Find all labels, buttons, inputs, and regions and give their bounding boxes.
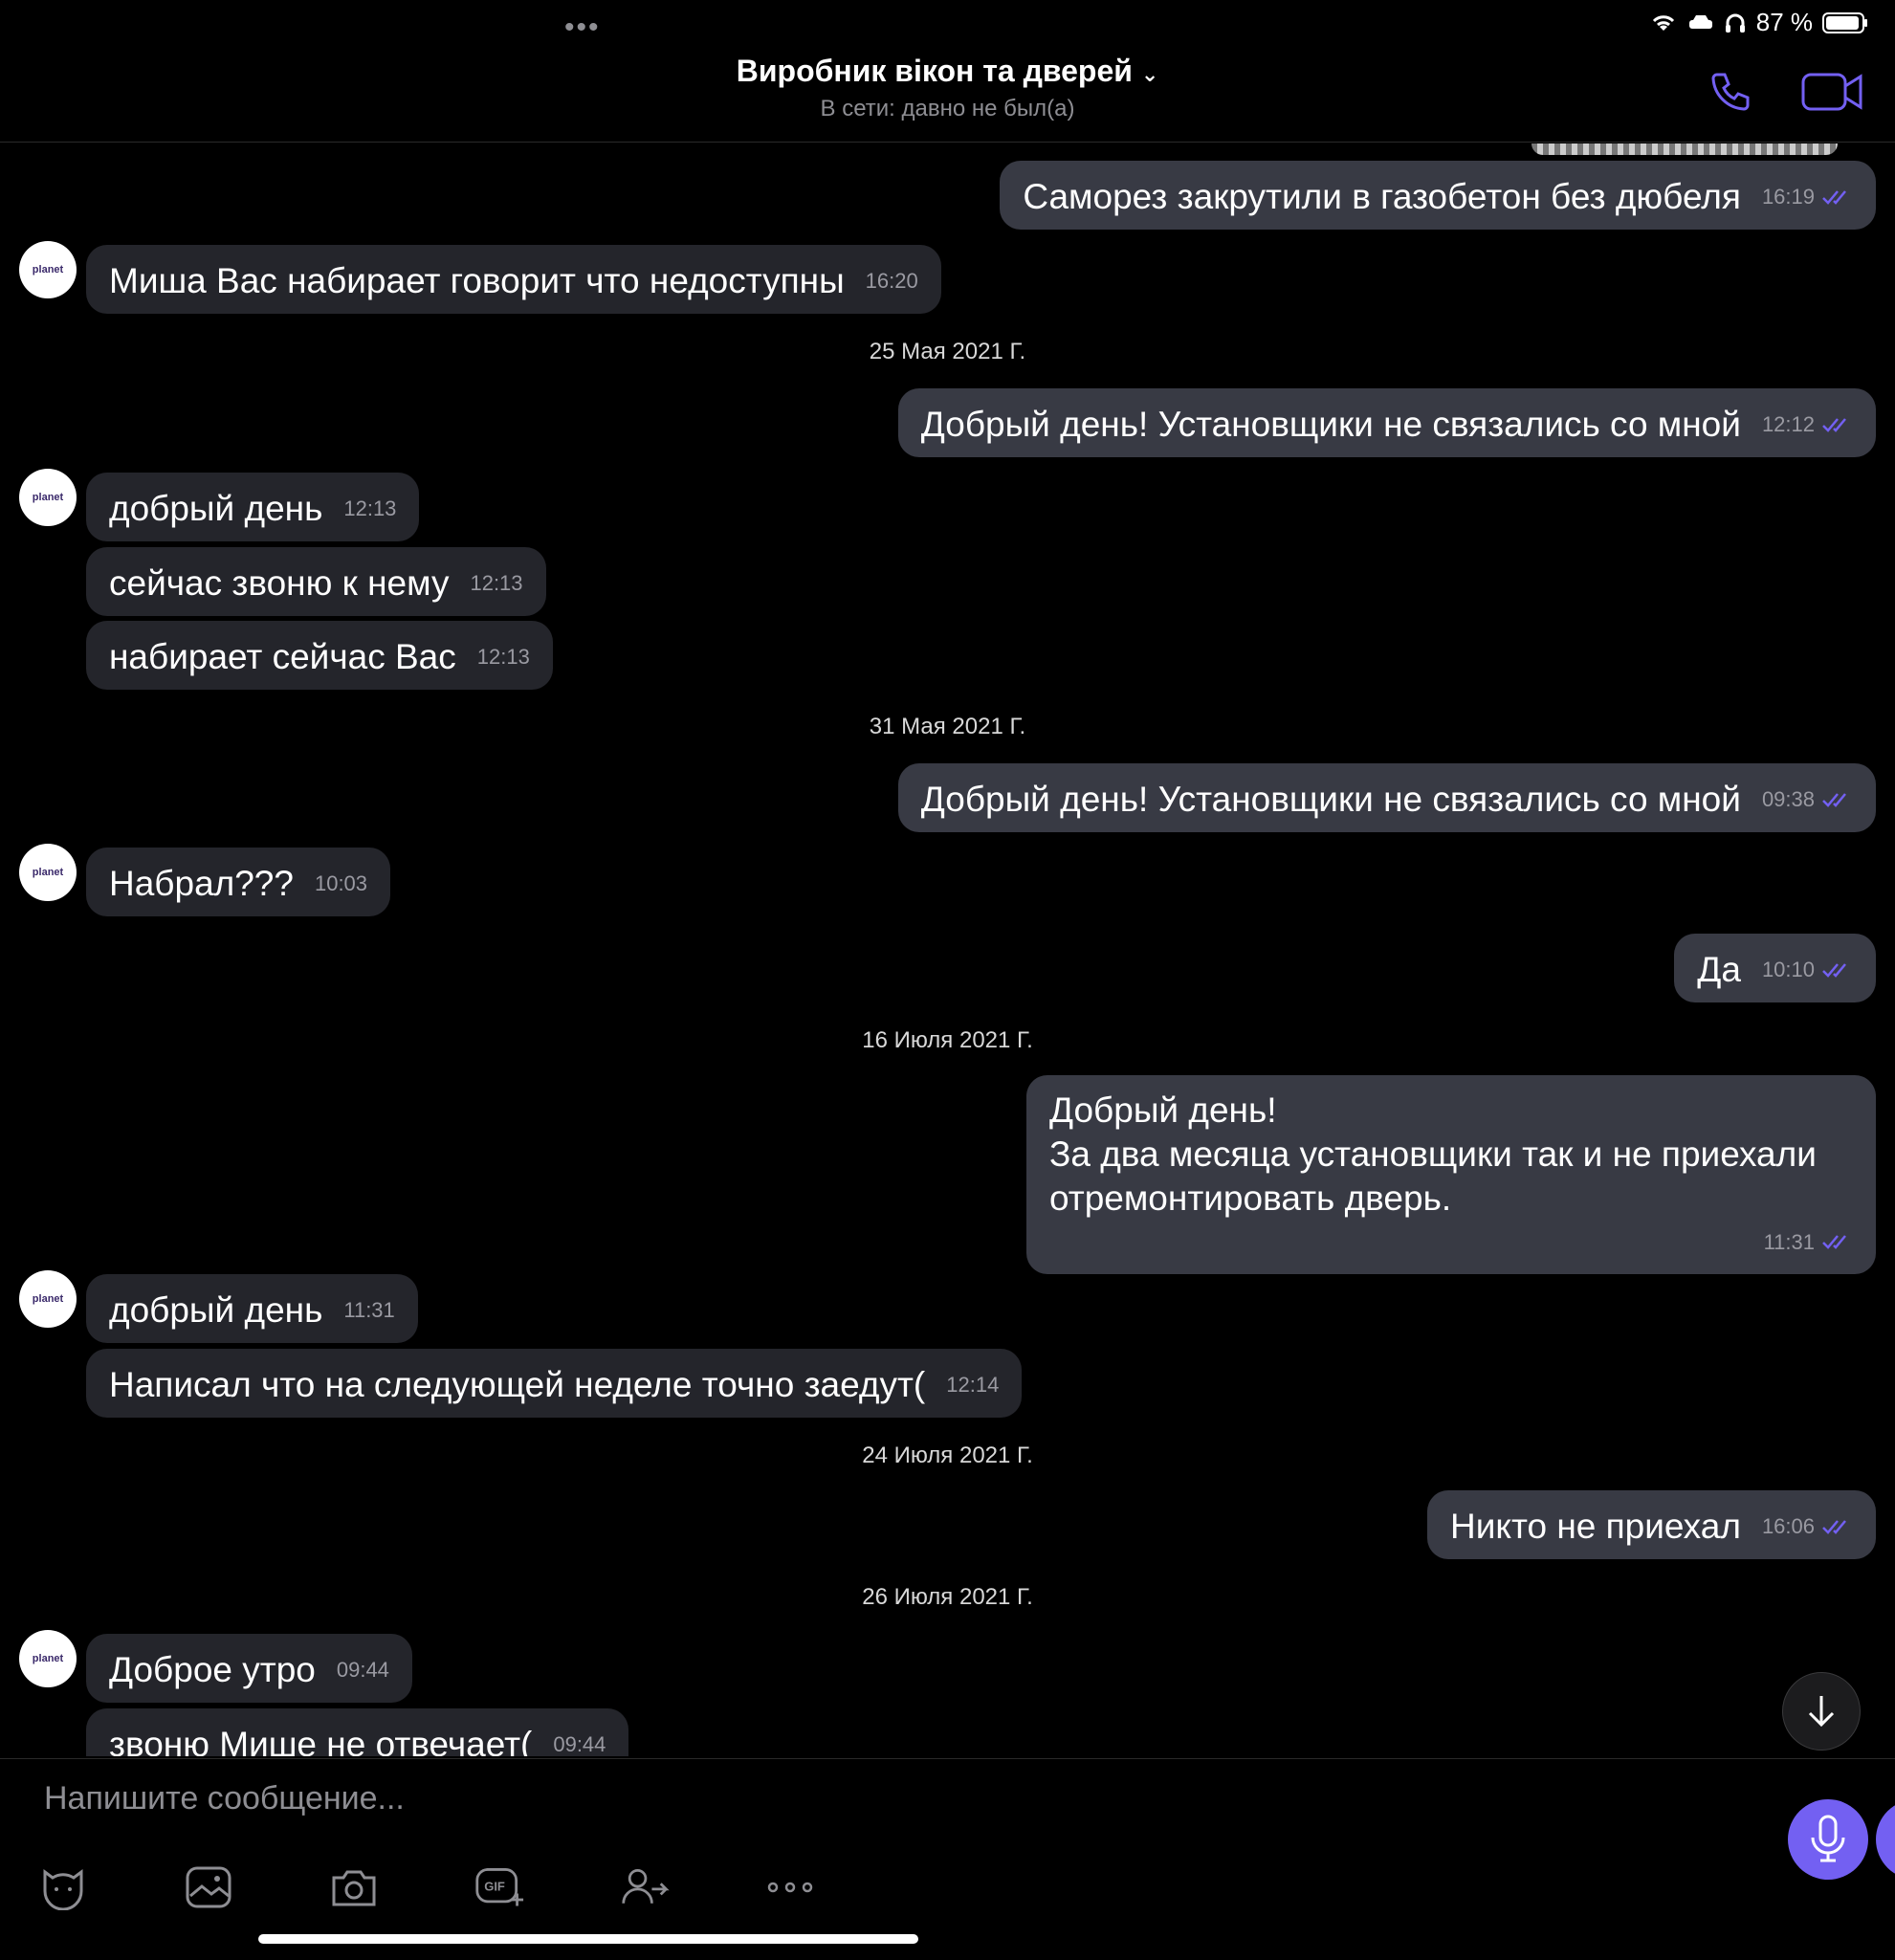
- headphones-icon: [1725, 13, 1745, 33]
- avatar-logo: planet: [32, 1293, 64, 1305]
- avatar-logo: planet: [32, 1653, 64, 1664]
- gif-icon: GIF: [475, 1868, 524, 1906]
- double-check-icon: [1822, 793, 1846, 808]
- message-outgoing[interactable]: Никто не приехал 16:06: [1426, 1490, 1876, 1559]
- composer: Напишите сообщение... GIF: [0, 1758, 1895, 1960]
- gif-button[interactable]: GIF: [474, 1862, 524, 1912]
- chat-title[interactable]: Виробник вікон та дверей ⌄: [0, 54, 1895, 89]
- message-incoming[interactable]: Написал что на следующей неделе точно за…: [86, 1349, 1023, 1418]
- avatar-logo: planet: [32, 492, 64, 503]
- composer-toolbar: GIF: [38, 1862, 815, 1912]
- chevron-down-icon: ⌄: [1140, 62, 1159, 86]
- arrow-down-icon: [1808, 1696, 1835, 1728]
- double-check-icon: [1822, 1520, 1846, 1535]
- car-icon: [1688, 14, 1712, 29]
- photo-attachment-stub[interactable]: [1531, 143, 1838, 155]
- status-indicators: 87 %: [1649, 8, 1868, 37]
- gallery-icon: [186, 1866, 231, 1908]
- message-incoming[interactable]: добрый день 11:31: [86, 1274, 418, 1343]
- avatar[interactable]: planet: [19, 844, 77, 901]
- camera-icon: [332, 1870, 376, 1906]
- message-incoming[interactable]: Миша Вас набирает говорит что недоступны…: [86, 245, 941, 314]
- message-outgoing[interactable]: Добрый день! Установщики не связались со…: [897, 388, 1876, 457]
- chat-header: Виробник вікон та дверей ⌄ В сети: давно…: [0, 46, 1895, 143]
- avatar-logo: planet: [32, 867, 64, 878]
- gif-label: GIF: [484, 1880, 505, 1894]
- more-icon: [767, 1882, 813, 1893]
- date-separator: 24 Июля 2021 Г.: [862, 1442, 1033, 1468]
- more-button[interactable]: [765, 1862, 815, 1912]
- message-incoming[interactable]: Доброе утро 09:44: [86, 1634, 412, 1703]
- chat-status: В сети: давно не был(а): [820, 96, 1075, 121]
- double-check-icon: [1822, 963, 1846, 979]
- multitasking-dots[interactable]: •••: [564, 11, 601, 44]
- avatar[interactable]: planet: [19, 469, 77, 526]
- date-separator: 26 Июля 2021 Г.: [862, 1584, 1033, 1610]
- sticker-button[interactable]: [38, 1862, 88, 1912]
- date-separator: 16 Июля 2021 Г.: [862, 1027, 1033, 1053]
- message-outgoing[interactable]: Добрый день! Установщики не связались со…: [897, 763, 1876, 832]
- battery-icon: [1822, 11, 1867, 33]
- header-actions: [1708, 69, 1864, 115]
- message-outgoing[interactable]: Саморез закрутили в газобетон без дюбеля…: [1000, 161, 1876, 230]
- wifi-icon: [1652, 14, 1674, 31]
- voice-message-button[interactable]: [1788, 1799, 1868, 1880]
- message-incoming[interactable]: сейчас звоню к нему 12:13: [86, 547, 546, 616]
- mic-icon: [1811, 1815, 1845, 1862]
- message-outgoing[interactable]: Добрый день! За два месяца установщики т…: [1026, 1075, 1876, 1274]
- message-list[interactable]: Саморез закрутили в газобетон без дюбеля…: [0, 143, 1895, 1756]
- share-contact-button[interactable]: [620, 1862, 670, 1912]
- scroll-to-bottom-button[interactable]: [1782, 1672, 1861, 1751]
- battery-percent: 87 %: [1755, 8, 1813, 36]
- status-bar: ••• 87 %: [0, 0, 1895, 46]
- avatar[interactable]: planet: [19, 1630, 77, 1687]
- sticker-icon: [43, 1869, 83, 1910]
- double-check-icon: [1822, 190, 1846, 206]
- date-separator: 31 Мая 2021 Г.: [869, 714, 1026, 739]
- message-incoming[interactable]: набирает сейчас Вас 12:13: [86, 621, 553, 690]
- date-separator: 25 Мая 2021 Г.: [869, 339, 1026, 364]
- message-input[interactable]: Напишите сообщение...: [44, 1780, 405, 1817]
- message-meta: 11:31: [1049, 1221, 1853, 1265]
- message-incoming[interactable]: добрый день 12:13: [86, 473, 420, 541]
- video-icon[interactable]: [1801, 69, 1864, 115]
- side-action-button[interactable]: [1876, 1799, 1895, 1880]
- double-check-icon: [1822, 1235, 1846, 1249]
- message-incoming[interactable]: звоню Мише не отвечает(09:44: [86, 1708, 629, 1756]
- avatar[interactable]: planet: [19, 241, 77, 298]
- double-check-icon: [1822, 418, 1846, 433]
- share-contact-icon: [622, 1868, 670, 1904]
- message-incoming[interactable]: Набрал??? 10:03: [86, 848, 391, 916]
- avatar-logo: planet: [32, 264, 64, 275]
- gallery-button[interactable]: [184, 1862, 233, 1912]
- camera-button[interactable]: [329, 1862, 379, 1912]
- avatar[interactable]: planet: [19, 1270, 77, 1328]
- message-outgoing[interactable]: Да 10:10: [1674, 934, 1876, 1002]
- home-indicator[interactable]: [258, 1934, 918, 1944]
- phone-icon[interactable]: [1708, 69, 1753, 115]
